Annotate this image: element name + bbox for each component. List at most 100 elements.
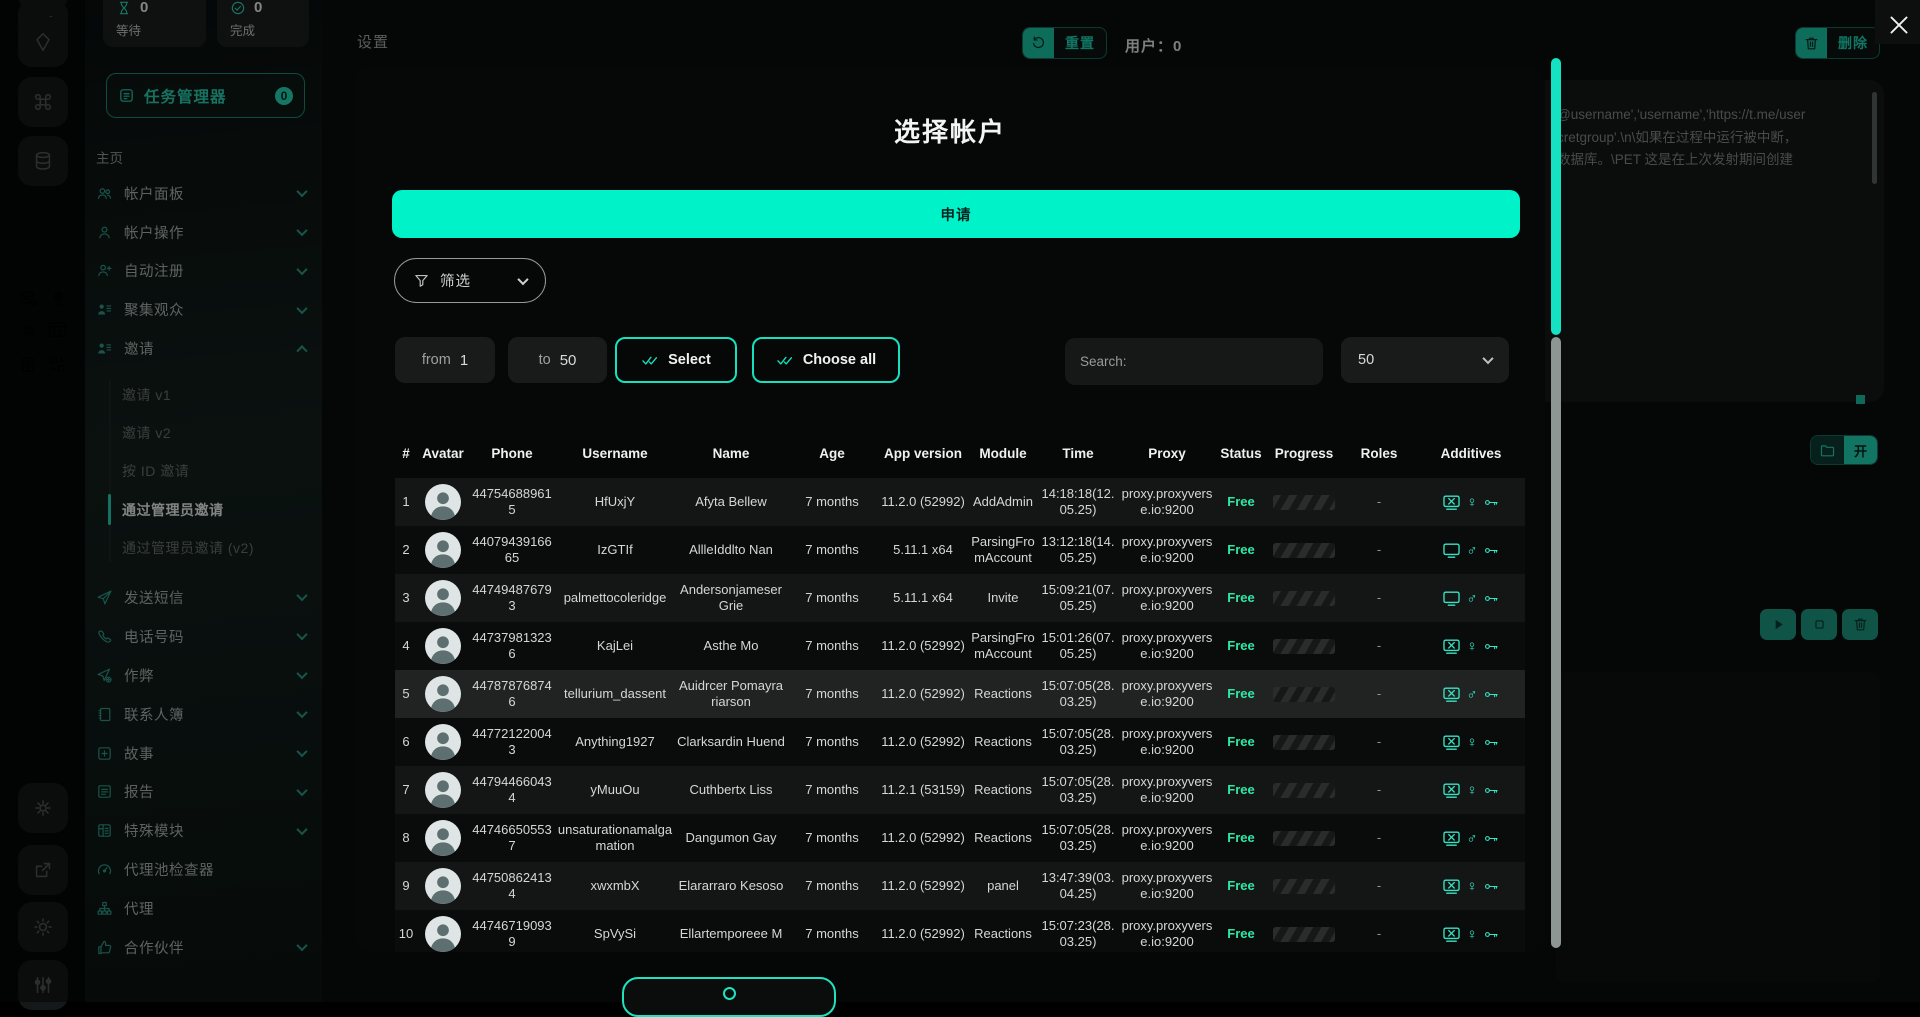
modal-scrollbar-track[interactable]: [1551, 337, 1561, 948]
table-row[interactable]: 8 447466505537 unsaturationamalgamation …: [395, 814, 1525, 862]
filter-button[interactable]: 筛选: [394, 258, 546, 303]
modal-scrollbar-thumb[interactable]: [1551, 58, 1561, 335]
proxy-cell: proxy.proxyverse.io:9200: [1119, 918, 1215, 950]
app-version-cell: 11.2.0 (52992): [877, 494, 969, 510]
name-cell: AllleIddlto Nan: [675, 542, 787, 558]
avatar: [425, 532, 461, 568]
table-header-cell[interactable]: Roles: [1341, 446, 1417, 461]
progress-bar: [1273, 879, 1335, 894]
time-cell: 13:47:39(03.04.25): [1037, 870, 1119, 902]
phone-cell: 447721220043: [469, 726, 555, 758]
username-cell: yMuuOu: [555, 782, 675, 798]
table-row[interactable]: 3 447494876793 palmettocoleridge Anderso…: [395, 574, 1525, 622]
row-number: 10: [395, 926, 417, 942]
time-cell: 15:07:05(28.03.25): [1037, 822, 1119, 854]
table-row[interactable]: 7 447944660434 yMuuOu Cuthbertx Liss 7 m…: [395, 766, 1525, 814]
from-input[interactable]: from 1: [395, 337, 495, 383]
proxy-cell: proxy.proxyverse.io:9200: [1119, 678, 1215, 710]
table-header-cell[interactable]: Time: [1037, 446, 1119, 461]
age-cell: 7 months: [787, 542, 877, 558]
age-cell: 7 months: [787, 734, 877, 750]
table-header-cell[interactable]: App version: [877, 446, 969, 461]
username-cell: IzGTIf: [555, 542, 675, 558]
apply-button[interactable]: 申请: [392, 190, 1520, 238]
app-version-cell: 11.2.0 (52992): [877, 830, 969, 846]
row-number: 1: [395, 494, 417, 510]
app-version-cell: 11.2.1 (53159): [877, 782, 969, 798]
status-cell: Free: [1215, 830, 1267, 846]
proxy-cell: proxy.proxyverse.io:9200: [1119, 870, 1215, 902]
module-cell: AddAdmin: [969, 494, 1037, 510]
table-row[interactable]: 4 447379813236 KajLei Asthe Mo 7 months …: [395, 622, 1525, 670]
search-box: [1065, 338, 1323, 385]
additives-cell: ♀: [1417, 733, 1525, 752]
circle-icon: [723, 987, 736, 1000]
table-row[interactable]: 9 447508624134 xwxmbX Elararraro Kesoso …: [395, 862, 1525, 910]
table-row[interactable]: 2 4407943916665 IzGTIf AllleIddlto Nan 7…: [395, 526, 1525, 574]
table-header-cell[interactable]: Age: [787, 446, 877, 461]
table-header-cell[interactable]: Username: [555, 446, 675, 461]
name-cell: Afyta Bellew: [675, 494, 787, 510]
table-header-cell[interactable]: Progress: [1267, 446, 1341, 461]
row-number: 3: [395, 590, 417, 606]
module-cell: Reactions: [969, 734, 1037, 750]
search-input[interactable]: [1065, 354, 1323, 369]
monitor-x-icon: [1441, 781, 1462, 800]
module-cell: panel: [969, 878, 1037, 894]
additives-cell: ♀: [1417, 493, 1525, 512]
avatar: [425, 724, 461, 760]
status-cell: Free: [1215, 734, 1267, 750]
table-header-cell[interactable]: Phone: [469, 446, 555, 461]
row-number: 9: [395, 878, 417, 894]
table-row[interactable]: 1 447546889615 HfUxjY Afyta Bellew 7 mon…: [395, 478, 1525, 526]
avatar: [425, 628, 461, 664]
table-header-cell[interactable]: Status: [1215, 446, 1267, 461]
page-size-select[interactable]: 50: [1341, 337, 1509, 383]
time-cell: 15:07:05(28.03.25): [1037, 678, 1119, 710]
time-cell: 15:07:23(28.03.25): [1037, 918, 1119, 950]
table-header-cell[interactable]: Proxy: [1119, 446, 1215, 461]
phone-cell: 447878768746: [469, 678, 555, 710]
module-cell: Reactions: [969, 686, 1037, 702]
table-row[interactable]: 10 447467190939 SpVySi Ellartemporeee M …: [395, 910, 1525, 952]
to-input[interactable]: to 50: [508, 337, 607, 383]
close-button[interactable]: [1886, 12, 1912, 38]
roles-cell: -: [1341, 494, 1417, 510]
funnel-icon: [413, 272, 430, 289]
age-cell: 7 months: [787, 686, 877, 702]
avatar: [425, 676, 461, 712]
roles-cell: -: [1341, 782, 1417, 798]
row-number: 7: [395, 782, 417, 798]
app-version-cell: 5.11.1 x64: [877, 542, 969, 558]
table-header-cell[interactable]: #: [395, 446, 417, 461]
choose-all-button[interactable]: Choose all: [752, 337, 900, 383]
key-icon: [1482, 687, 1501, 702]
gender-icon: ♂: [1466, 831, 1477, 846]
table-row[interactable]: 5 447878768746 tellurium_dassent Auidrce…: [395, 670, 1525, 718]
additives-cell: ♀: [1417, 925, 1525, 944]
username-cell: HfUxjY: [555, 494, 675, 510]
username-cell: palmettocoleridge: [555, 590, 675, 606]
table-row[interactable]: 6 447721220043 Anything1927 Clarksardin …: [395, 718, 1525, 766]
row-number: 8: [395, 830, 417, 846]
status-cell: Free: [1215, 638, 1267, 654]
table-header-cell[interactable]: Name: [675, 446, 787, 461]
table-header-cell[interactable]: Module: [969, 446, 1037, 461]
double-check-icon: [776, 351, 795, 370]
username-cell: KajLei: [555, 638, 675, 654]
module-cell: ParsingFromAccount: [969, 630, 1037, 662]
progress-bar: [1273, 495, 1335, 510]
progress-bar: [1273, 591, 1335, 606]
table-header-cell[interactable]: Additives: [1417, 446, 1525, 461]
time-cell: 14:18:18(12.05.25): [1037, 486, 1119, 518]
key-icon: [1482, 735, 1501, 750]
to-value: 50: [560, 352, 577, 369]
select-button[interactable]: Select: [615, 337, 737, 383]
table-header: # Avatar Phone Username Name Age App ver…: [395, 435, 1525, 471]
clipped-bottom-button[interactable]: [622, 977, 836, 1017]
time-cell: 15:07:05(28.03.25): [1037, 774, 1119, 806]
time-cell: 15:01:26(07.05.25): [1037, 630, 1119, 662]
phone-cell: 447466505537: [469, 822, 555, 854]
key-icon: [1482, 543, 1501, 558]
table-header-cell[interactable]: Avatar: [417, 446, 469, 461]
